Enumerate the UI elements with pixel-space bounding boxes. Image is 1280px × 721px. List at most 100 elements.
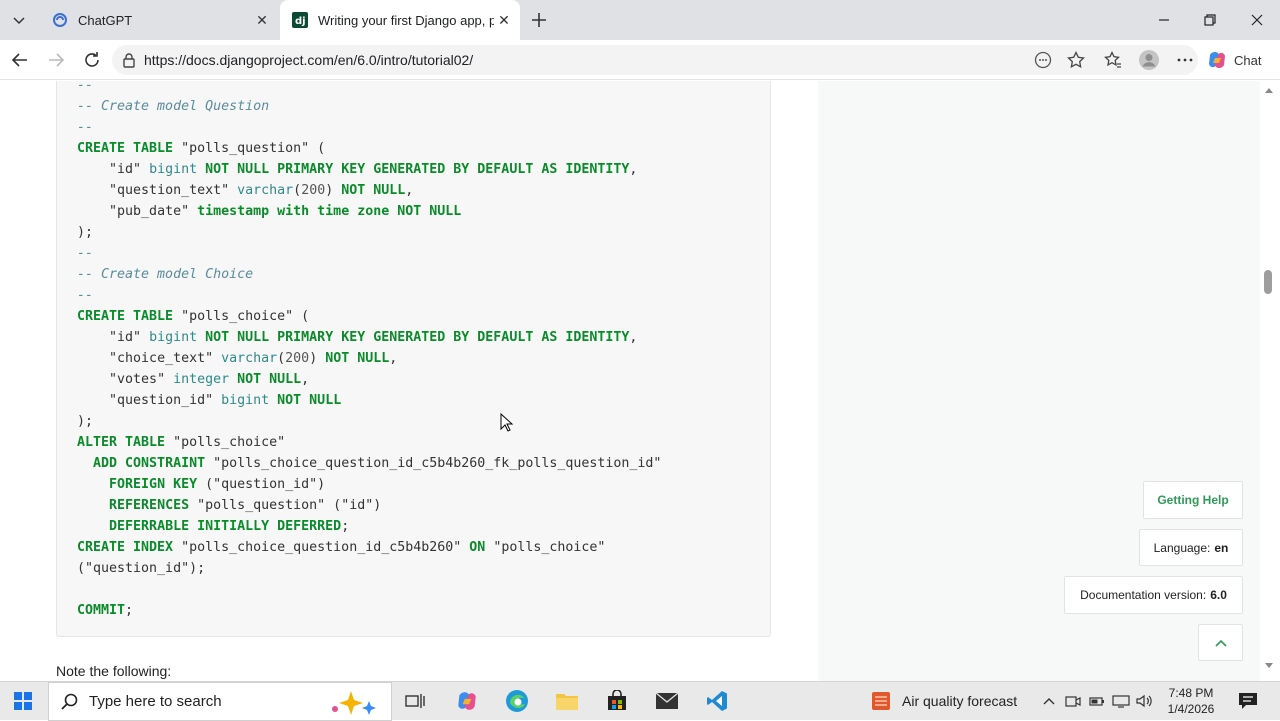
code-token: FOREIGN KEY (109, 477, 206, 492)
network-icon[interactable] (1112, 692, 1130, 710)
favorites-icon[interactable] (1102, 49, 1124, 71)
refresh-icon (85, 52, 99, 67)
back-button[interactable] (8, 48, 32, 72)
code-token: "pub_date" (109, 204, 198, 219)
vertical-scrollbar[interactable] (1260, 81, 1280, 681)
address-bar[interactable]: https://docs.djangoproject.com/en/6.0/in… (112, 45, 1198, 75)
code-token: integer (173, 372, 238, 387)
documentation-version-selector[interactable]: Documentation version: 6.0 (1064, 576, 1243, 614)
chevron-down-icon (13, 17, 25, 25)
close-tab-icon[interactable]: ✕ (252, 10, 272, 30)
vscode-taskbar-button[interactable] (702, 686, 732, 716)
code-token: "question_text" (109, 183, 238, 198)
mail-icon (655, 692, 679, 709)
code-line: -- Create model Question (77, 96, 661, 117)
new-tab-button[interactable] (528, 9, 550, 31)
weather-widget[interactable]: Air quality forecast (870, 686, 1017, 716)
code-token: ADD CONSTRAINT (93, 456, 214, 471)
profile-avatar-icon[interactable] (1138, 49, 1160, 71)
code-line: -- (77, 117, 661, 138)
scroll-down-arrow-icon[interactable] (1262, 661, 1276, 671)
code-token: , (629, 162, 638, 177)
code-token: "polls_choice" (181, 309, 294, 324)
tab-actions-menu-button[interactable] (6, 8, 32, 32)
version-value: 6.0 (1210, 588, 1227, 602)
code-line: ADD CONSTRAINT "polls_choice_question_id… (77, 453, 661, 474)
sql-code: -- -- Create model Question -- CREATE TABLE… (77, 81, 661, 621)
code-token: ( (293, 309, 310, 324)
refresh-button[interactable] (80, 48, 104, 72)
arrow-right-icon (49, 53, 65, 67)
copilot-taskbar-button[interactable] (452, 686, 482, 716)
code-line: ); (77, 411, 661, 432)
code-line: ); (77, 222, 661, 243)
edge-browser-icon (506, 690, 528, 712)
getting-help-label: Getting Help (1157, 493, 1229, 507)
code-line: ALTER TABLE "polls_choice" (77, 432, 661, 453)
copilot-chat-button[interactable]: Chat (1206, 46, 1261, 74)
getting-help-button[interactable]: Getting Help (1143, 481, 1243, 519)
store-taskbar-button[interactable] (602, 686, 632, 716)
code-line: "id" bigint NOT NULL PRIMARY KEY GENERAT… (77, 159, 661, 180)
forward-button[interactable] (44, 48, 68, 72)
close-icon (1251, 14, 1263, 26)
code-token: ) (309, 351, 326, 366)
file-explorer-taskbar-button[interactable] (552, 686, 582, 716)
tab-django-tutorial[interactable]: dj Writing your first Django app, part ✕ (280, 0, 520, 40)
code-token: ); (77, 414, 94, 429)
code-token: COMMIT (77, 603, 126, 618)
close-tab-icon[interactable]: ✕ (494, 10, 514, 30)
taskbar-search-box[interactable]: Type here to search (48, 682, 392, 721)
task-view-button[interactable] (400, 686, 430, 716)
scrollbar-thumb[interactable] (1264, 270, 1272, 294)
minimize-icon (1159, 19, 1169, 21)
notifications-icon[interactable] (1238, 691, 1258, 711)
back-to-top-button[interactable] (1198, 624, 1243, 661)
folder-icon (556, 694, 578, 710)
code-token: ; (125, 603, 134, 618)
more-options-icon[interactable] (1174, 49, 1196, 71)
system-clock[interactable]: 7:48 PM 1/4/2026 (1162, 685, 1220, 717)
code-token: -- Create model Choice (77, 267, 254, 282)
edge-taskbar-button[interactable] (502, 686, 532, 716)
code-token: ; (197, 561, 206, 576)
meet-now-icon[interactable] (1064, 692, 1082, 710)
restore-button[interactable] (1187, 0, 1233, 40)
show-hidden-icons-chevron-icon[interactable] (1040, 692, 1058, 710)
close-window-button[interactable] (1234, 0, 1280, 40)
reading-view-icon[interactable] (1032, 49, 1054, 71)
scroll-up-arrow-icon[interactable] (1262, 85, 1276, 95)
code-token: "polls_question" (181, 141, 310, 156)
code-token: "votes" (109, 372, 174, 387)
code-token: timestamp with time zone NOT NULL (197, 204, 462, 219)
code-line: -- (77, 243, 661, 264)
code-token: NOT NULL (341, 183, 406, 198)
code-token: -- (77, 246, 94, 261)
code-token: varchar (237, 183, 294, 198)
favorite-star-icon[interactable] (1065, 49, 1087, 71)
code-token: bigint (221, 393, 278, 408)
windows-logo-icon (14, 692, 32, 710)
minimize-button[interactable] (1141, 0, 1187, 40)
code-line: -- (77, 285, 661, 306)
code-token: REFERENCES (109, 498, 198, 513)
battery-icon[interactable] (1088, 692, 1106, 710)
code-token: -- (77, 120, 94, 135)
search-highlight-sparkle-icon (332, 690, 376, 715)
code-token: -- (77, 288, 94, 303)
chevron-up-icon (1214, 639, 1227, 647)
code-token: ("question_id") (205, 477, 326, 492)
volume-icon[interactable] (1136, 692, 1154, 710)
code-token: NOT NULL (237, 372, 302, 387)
start-button[interactable] (8, 686, 38, 716)
browser-toolbar: https://docs.djangoproject.com/en/6.0/in… (0, 40, 1280, 80)
language-selector[interactable]: Language: en (1139, 529, 1243, 566)
mail-taskbar-button[interactable] (652, 686, 682, 716)
tab-chatgpt[interactable]: ChatGPT ✕ (40, 0, 278, 40)
code-token: "id" (109, 162, 150, 177)
